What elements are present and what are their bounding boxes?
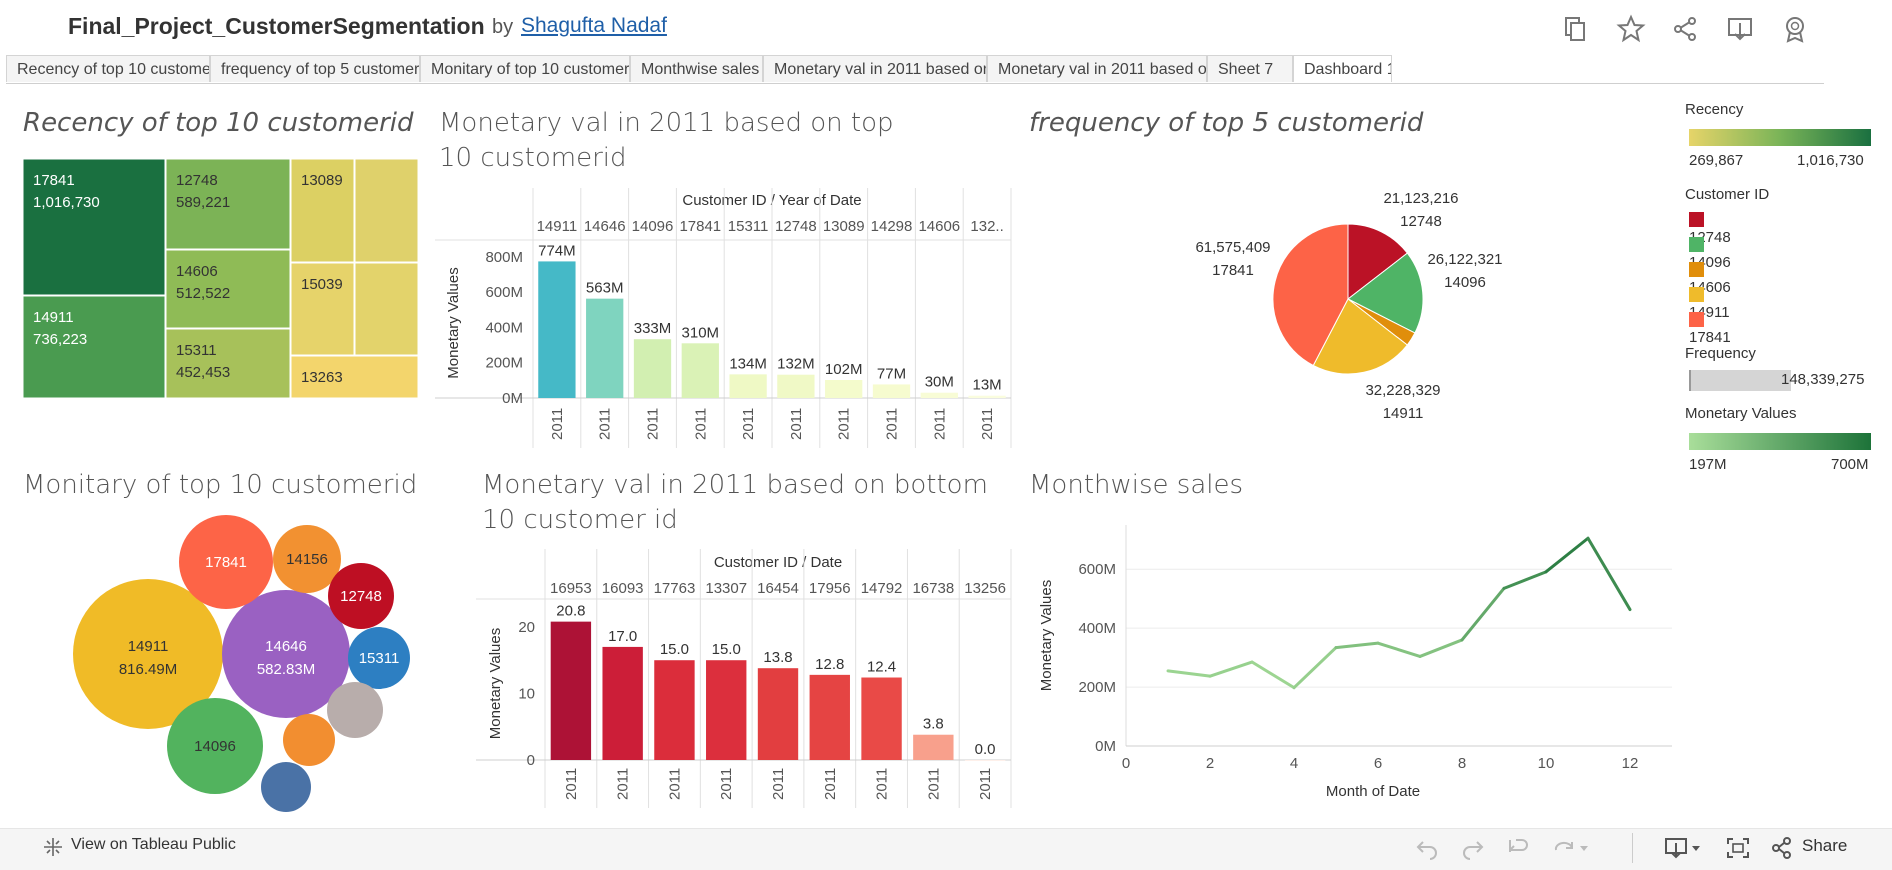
y-tick-label: 200M <box>1078 679 1116 696</box>
line-segment <box>1208 660 1254 678</box>
x-tick-label: 8 <box>1458 755 1466 772</box>
x-tick-label: 4 <box>1290 755 1298 772</box>
x-tick-label: 10 <box>1538 755 1555 772</box>
share-button[interactable]: Share <box>1802 836 1847 856</box>
legend-swatch <box>1689 312 1704 327</box>
undo-icon[interactable] <box>1414 836 1440 860</box>
y-axis-label: Monetary Values <box>1038 580 1055 691</box>
tableau-logo-icon <box>42 836 64 858</box>
line-segment <box>1292 646 1338 690</box>
toolbar-divider <box>1632 833 1633 863</box>
legend-swatch <box>1689 287 1704 302</box>
line-segment <box>1418 638 1464 658</box>
line-segment <box>1544 536 1590 574</box>
monetary-legend-min: 197M <box>1689 456 1727 473</box>
line-segment <box>1460 586 1506 642</box>
revert-icon[interactable] <box>1506 836 1532 860</box>
line-segment <box>1376 641 1422 658</box>
badge-icon[interactable] <box>1780 14 1810 44</box>
legend-swatch <box>1689 212 1704 227</box>
frequency-legend-bar <box>1689 370 1791 391</box>
line-segment <box>1166 669 1212 678</box>
line-segment <box>1586 536 1632 612</box>
x-axis-label: Month of Date <box>1326 783 1420 800</box>
share-icon[interactable] <box>1770 836 1796 860</box>
recency-legend-title: Recency <box>1685 101 1744 118</box>
customer-legend-title: Customer ID <box>1685 186 1770 203</box>
y-tick-label: 400M <box>1078 620 1116 637</box>
legend-swatch <box>1689 262 1704 277</box>
x-tick-label: 0 <box>1122 755 1130 772</box>
frequency-legend-title: Frequency <box>1685 345 1756 362</box>
x-tick-label: 2 <box>1206 755 1214 772</box>
frequency-legend-value: 148,339,275 <box>1781 371 1865 388</box>
refresh-dropdown-icon[interactable] <box>1552 836 1592 860</box>
view-on-tableau-public-link[interactable]: View on Tableau Public <box>71 836 236 854</box>
x-tick-label: 12 <box>1622 755 1639 772</box>
legend-swatch <box>1689 237 1704 252</box>
legend-label: 17841 <box>1689 329 1731 346</box>
monetary-legend-ramp <box>1689 433 1871 450</box>
bottom-toolbar <box>0 828 1892 870</box>
line-segment <box>1334 641 1380 650</box>
monetary-legend-title: Monetary Values <box>1685 405 1797 422</box>
x-tick-label: 6 <box>1374 755 1382 772</box>
download-dropdown-icon[interactable] <box>1664 836 1706 860</box>
y-tick-label: 600M <box>1078 561 1116 578</box>
y-tick-label: 0M <box>1095 738 1116 755</box>
download-icon[interactable] <box>1725 14 1755 44</box>
recency-legend-ramp <box>1689 129 1871 146</box>
recency-legend-max: 1,016,730 <box>1797 152 1864 169</box>
monetary-legend-max: 700M <box>1831 456 1869 473</box>
recency-legend-min: 269,867 <box>1689 152 1744 169</box>
redo-icon[interactable] <box>1460 836 1486 860</box>
line-segment <box>1250 660 1296 690</box>
customer-legend-item[interactable]: 17841 <box>1689 312 1731 346</box>
monthwise-line-chart: 0M 200M 400M 600M 0 2 4 6 8 10 12 Month of Date Mone… <box>1038 525 1672 800</box>
fullscreen-icon[interactable] <box>1725 836 1751 860</box>
line-segment <box>1502 570 1548 590</box>
